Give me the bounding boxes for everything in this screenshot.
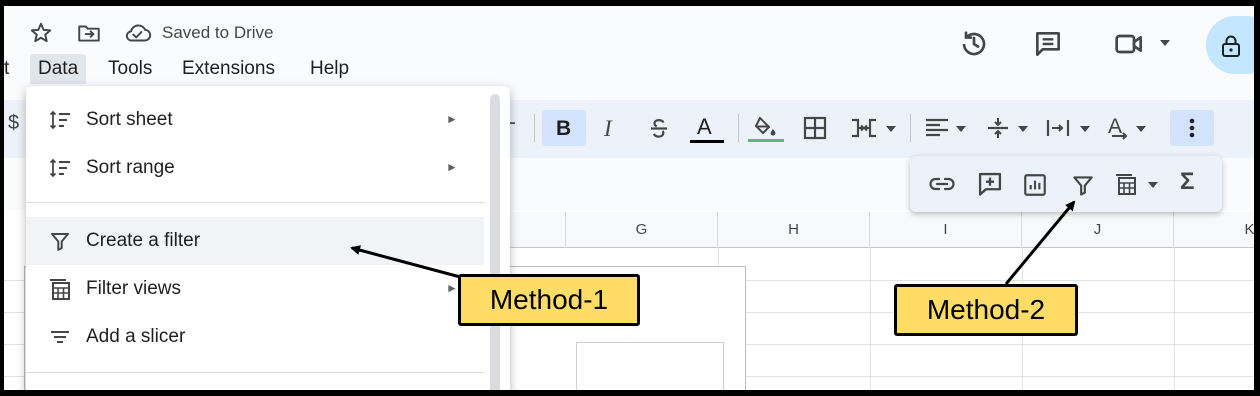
filter-views-icon[interactable] [1114, 172, 1166, 198]
spreadsheet-window: Saved to Drive t Data Tools Extensions H… [4, 6, 1254, 390]
submenu-arrow-icon: ► [446, 112, 458, 126]
lock-icon [1220, 34, 1242, 58]
share-button[interactable] [1206, 16, 1254, 74]
currency-format-button[interactable]: $ [8, 112, 19, 148]
overflow-toolbar: Σ [910, 156, 1222, 212]
text-color-swatch [690, 140, 724, 143]
bold-button[interactable]: B [542, 110, 586, 146]
filter-icon[interactable] [1070, 172, 1096, 198]
cloud-done-icon [122, 20, 152, 46]
comment-icon[interactable] [1032, 28, 1064, 60]
filter-icon [48, 229, 72, 253]
sort-icon [48, 156, 72, 180]
menu-tools[interactable]: Tools [100, 54, 160, 84]
menu-item-create-filter[interactable]: Create a filter [26, 217, 484, 265]
history-icon[interactable] [958, 28, 990, 60]
chevron-down-icon[interactable] [1158, 36, 1172, 50]
toolbar-separator [910, 114, 911, 142]
menu-item-sort-sheet[interactable]: Sort sheet ► [26, 96, 484, 144]
menu-item-label: Add a slicer [86, 326, 186, 347]
menu-item-filter-views[interactable]: Filter views ► [26, 265, 484, 313]
data-menu-dropdown: Sort sheet ► Sort range ► Create a filte… [26, 86, 510, 390]
borders-icon [803, 116, 827, 140]
menu-item-label: Create a filter [86, 230, 201, 251]
borders-button[interactable] [800, 110, 830, 146]
merge-cells-icon [852, 118, 896, 138]
toolbar-separator [534, 114, 535, 142]
menu-item-label: Filter views [86, 278, 182, 299]
menu-separator [26, 202, 484, 203]
star-icon[interactable] [28, 20, 54, 46]
bold-icon: B [556, 117, 572, 140]
merge-cells-button[interactable] [848, 110, 902, 146]
submenu-arrow-icon: ► [446, 281, 458, 295]
column-header-J[interactable]: J [1022, 212, 1174, 248]
fill-color-button[interactable] [748, 110, 784, 146]
menu-scrollbar[interactable] [490, 94, 500, 390]
grid-col-line [1174, 248, 1175, 390]
italic-icon: I [604, 116, 612, 141]
submenu-arrow-icon: ► [446, 160, 458, 174]
strikethrough-button[interactable] [644, 110, 674, 146]
grid-col-line [870, 248, 871, 390]
text-color-icon: A [697, 114, 712, 139]
menu-data[interactable]: Data [30, 54, 87, 84]
move-to-folder-icon[interactable] [76, 20, 102, 46]
menu-item-label: Sort range [86, 157, 175, 178]
column-header-I[interactable]: I [870, 212, 1022, 248]
menu-extensions[interactable]: Extensions [174, 54, 283, 84]
text-rotation-button[interactable]: A [1104, 110, 1154, 146]
menu-help[interactable]: Help [302, 54, 357, 84]
method-2-callout: Method-2 [894, 284, 1078, 336]
sort-icon [48, 108, 72, 132]
embedded-object-inner [576, 342, 724, 390]
more-options-button[interactable] [1170, 110, 1214, 146]
more-vert-icon [1189, 118, 1195, 138]
menu-item-sort-range[interactable]: Sort range ► [26, 144, 484, 192]
functions-icon[interactable]: Σ [1180, 168, 1194, 196]
insert-chart-icon[interactable] [1022, 172, 1048, 198]
menu-item-add-slicer[interactable]: Add a slicer [26, 313, 484, 361]
toolbar-separator [738, 114, 739, 142]
filter-views-icon [48, 277, 72, 301]
method-1-callout: Method-1 [458, 274, 640, 326]
vertical-align-button[interactable] [982, 110, 1032, 146]
menu-item-label: Sort sheet [86, 109, 173, 130]
text-wrap-icon [1046, 120, 1090, 136]
column-header-H[interactable]: H [718, 212, 870, 248]
meet-icon[interactable] [1112, 28, 1144, 60]
text-wrapping-button[interactable] [1042, 110, 1094, 146]
slicer-icon [48, 325, 72, 349]
menu-separator [26, 372, 484, 373]
align-left-icon [926, 118, 966, 137]
vertical-align-icon [988, 118, 1028, 138]
saved-status-label: Saved to Drive [162, 23, 274, 42]
italic-button[interactable]: I [596, 110, 626, 146]
text-color-button[interactable]: A [690, 110, 724, 146]
menu-format-partial[interactable]: t [4, 54, 17, 84]
column-header-G[interactable]: G [566, 212, 718, 248]
fill-color-icon [748, 117, 784, 142]
horizontal-align-button[interactable] [922, 110, 972, 146]
strikethrough-icon [651, 118, 667, 138]
insert-link-icon[interactable] [928, 172, 956, 196]
column-header-K[interactable]: K [1174, 212, 1254, 248]
insert-comment-icon[interactable] [976, 170, 1004, 198]
